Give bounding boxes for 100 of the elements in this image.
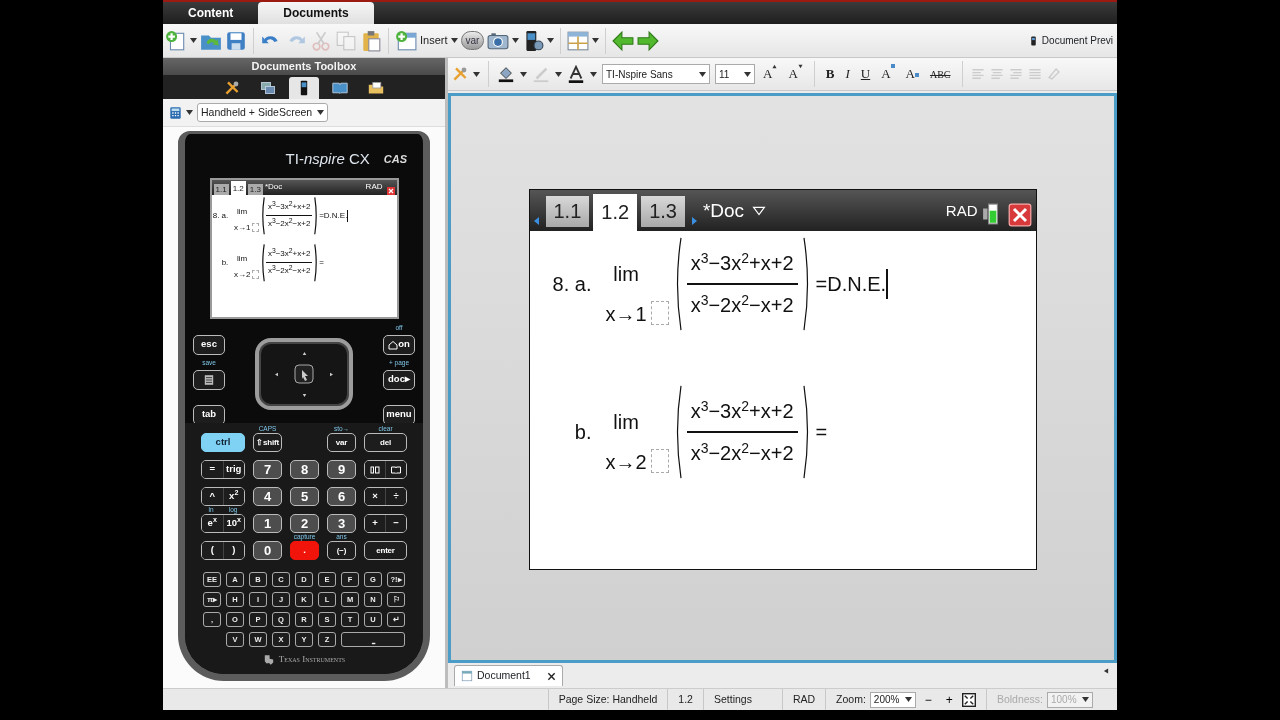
document-name[interactable]: *Doc [264, 181, 283, 193]
superscript-button[interactable]: A [878, 64, 898, 84]
calculator-key[interactable]: (−) [327, 541, 356, 560]
tools-icon[interactable] [452, 66, 468, 82]
calculator-key[interactable]: e$^{x}$ [202, 515, 223, 532]
shrink-button[interactable]: A [785, 64, 806, 84]
calculator-key[interactable]: enter [364, 541, 407, 560]
calculator-key[interactable]: on [383, 334, 415, 355]
calculator-key[interactable]: x$^{2}$ [222, 488, 244, 505]
strike-button[interactable]: ABC [926, 66, 954, 82]
calculator-key[interactable]: 8 [290, 460, 319, 479]
denominator: x$^{3}$−2x$^{2}$−x+2 [266, 262, 312, 278]
bold-button[interactable]: B [822, 64, 838, 84]
template-key[interactable] [365, 461, 385, 478]
calculator-key[interactable]: ^ [202, 488, 223, 505]
subscript-button[interactable]: A [902, 64, 922, 84]
variable-button[interactable]: var [460, 31, 485, 50]
left-arrow-icon[interactable] [612, 29, 635, 52]
settings-button[interactable]: Settings [702, 689, 782, 710]
calculator-key[interactable]: 6 [327, 487, 356, 506]
caret-icon[interactable] [190, 38, 197, 43]
page-tab[interactable]: 1.2 [230, 181, 246, 195]
document-tab[interactable]: Document1 [454, 665, 563, 686]
insert-label[interactable]: Insert [420, 32, 448, 49]
up-triangle-icon [772, 64, 778, 70]
grow-button[interactable]: A [760, 64, 781, 84]
app-tab[interactable]: Documents [258, 2, 374, 24]
underline-button[interactable]: U [857, 64, 874, 84]
calculator-key[interactable]: 2 [290, 514, 319, 533]
font-size-dropdown[interactable]: 11 [715, 64, 755, 84]
calculator-key[interactable]: ÷ [385, 488, 406, 505]
page-tab[interactable]: 1.3 [247, 184, 263, 195]
calculator-icon[interactable] [169, 105, 182, 120]
calculator-key[interactable]: 3 [327, 514, 356, 533]
calculator-key[interactable]: trig [222, 461, 244, 478]
calculator-key[interactable]: 10$^{x}$ [222, 515, 244, 532]
scroll-left-icon[interactable] [1103, 666, 1109, 675]
zoom-in-button[interactable]: + [940, 690, 958, 709]
page-tab[interactable]: 1.1 [545, 196, 590, 227]
calculator-key[interactable]: − [385, 515, 406, 532]
template-slot [650, 301, 669, 325]
calculator-key[interactable]: ctrl [201, 433, 245, 452]
limit-approach: x→2 [233, 269, 251, 281]
font-dropdown[interactable]: TI-Nspire Sans [602, 64, 710, 84]
zoom-out-button[interactable]: − [919, 690, 937, 709]
angle-mode: RAD [945, 200, 978, 221]
calculator-key[interactable]: 4 [253, 487, 282, 506]
scratchpad-key[interactable] [193, 369, 225, 390]
caret-icon[interactable] [473, 71, 480, 77]
document-tab-label[interactable]: Document1 [477, 668, 531, 684]
zoom-dropdown[interactable]: 200% [869, 691, 916, 708]
fill-bucket-icon[interactable] [497, 65, 515, 83]
calculator-key[interactable]: doc▸ [383, 369, 415, 390]
page-tab[interactable]: 1.2 [593, 194, 638, 231]
caret-icon[interactable] [555, 71, 562, 77]
denominator: x$^{3}$−2x$^{2}$−x+2 [686, 431, 798, 468]
touchpad[interactable] [255, 338, 353, 410]
calculator-key[interactable]: var [327, 433, 356, 452]
calculator-key[interactable]: 9 [327, 460, 356, 479]
caret-icon[interactable] [590, 71, 597, 77]
problem-label: b. [573, 420, 593, 445]
right-arrow-icon[interactable] [637, 29, 660, 52]
caret-icon[interactable] [520, 71, 527, 77]
page-tab[interactable]: 1.3 [641, 196, 685, 227]
calculator-key[interactable]: = [202, 461, 223, 478]
calculator-key[interactable]: tab [193, 404, 225, 425]
calculator-key[interactable]: + [365, 515, 385, 532]
page-size-label: Page Size: Handheld [547, 689, 668, 710]
calculator-key[interactable]: menu [383, 404, 415, 425]
calculator-key[interactable]: 7 [253, 460, 282, 479]
save-icon[interactable] [225, 29, 247, 52]
calculator-key[interactable]: × [365, 488, 385, 505]
text-color-icon[interactable] [567, 65, 585, 83]
caret-icon[interactable] [186, 110, 193, 115]
calculator-key[interactable]: ⇧shift [253, 433, 282, 452]
insert-page-icon[interactable] [395, 29, 417, 52]
calculator-key[interactable]: . [290, 541, 319, 560]
document-name[interactable]: *Doc [702, 196, 770, 225]
calculator-key[interactable]: 1 [253, 514, 282, 533]
catalog-key[interactable] [385, 461, 406, 478]
calculator-key[interactable]: 5 [290, 487, 319, 506]
fit-screen-icon[interactable] [961, 692, 976, 707]
calculator-key[interactable]: 0 [253, 541, 282, 560]
close-icon[interactable] [546, 671, 556, 681]
clipboard-icon[interactable] [360, 29, 382, 52]
calculator-key[interactable]: ) [222, 542, 244, 559]
caret-icon[interactable] [450, 38, 458, 43]
italic-button[interactable]: I [842, 64, 853, 84]
limit-approach: x→1 [233, 221, 251, 234]
caret-icon[interactable] [592, 38, 600, 43]
calculator-key[interactable]: del [364, 433, 407, 452]
toolbox-tab[interactable] [289, 77, 319, 99]
app-tab[interactable]: Content [163, 2, 259, 24]
caret-icon[interactable] [512, 38, 520, 43]
document-preview-label[interactable]: Document Previ [1041, 33, 1113, 48]
caret-icon[interactable] [547, 38, 555, 43]
page-tab[interactable]: 1.1 [213, 184, 229, 195]
calculator-key[interactable]: ( [202, 542, 223, 559]
calculator-key[interactable]: esc [193, 334, 225, 355]
view-mode-dropdown[interactable]: Handheld + SideScreen [197, 102, 329, 123]
